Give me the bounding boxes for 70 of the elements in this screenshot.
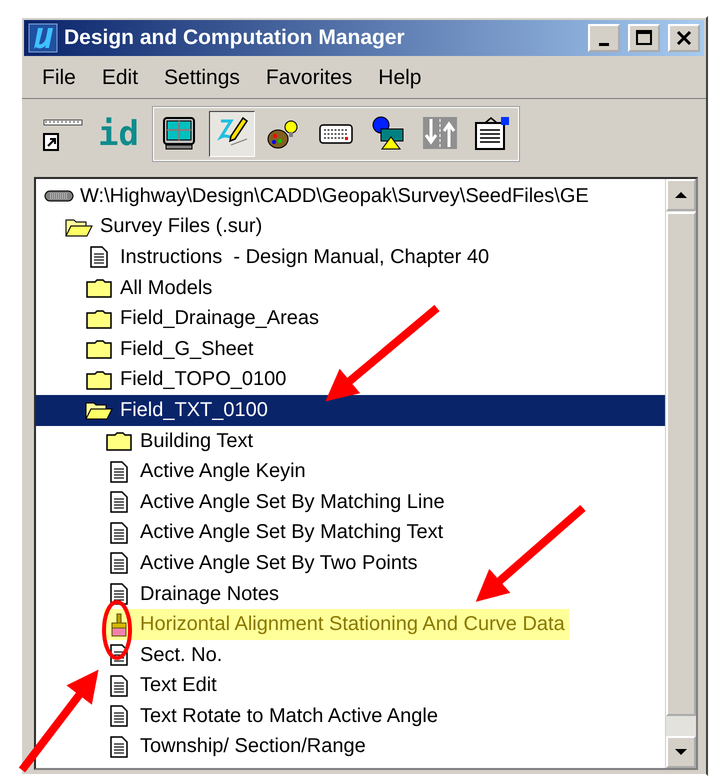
close-icon	[676, 30, 692, 46]
tree-label: Text Edit	[140, 674, 217, 698]
document-icon	[110, 674, 128, 697]
tree-label: Active Angle Set By Matching Text	[140, 521, 444, 544]
tree-row[interactable]: Township/ Section/Range	[36, 732, 665, 762]
tree-label: Horizontal Alignment Stationing And Curve Data	[140, 613, 565, 636]
tree-label: Instructions - Design Manual, Chapter 40	[120, 246, 490, 269]
tree-label: Township/ Section/Range	[140, 735, 366, 758]
tree-row[interactable]: Building Text	[36, 426, 665, 456]
tree-label: Field_TOPO_0100	[120, 368, 286, 392]
document-icon	[110, 736, 128, 758]
document-icon	[110, 522, 128, 544]
scrollbar[interactable]	[665, 179, 696, 768]
drive-icon	[44, 190, 74, 202]
close-button[interactable]	[668, 24, 700, 52]
tree-label: Field_Drainage_Areas	[120, 307, 320, 330]
scroll-down-button[interactable]	[666, 736, 696, 768]
annotation-circle	[102, 600, 132, 660]
tree-label: Drainage Notes	[140, 582, 279, 606]
brush-icon	[110, 612, 128, 637]
tree-label: Active Angle Set By Matching Line	[140, 490, 445, 514]
tree-row[interactable]: Drainage Notes	[36, 578, 665, 610]
tree-row[interactable]: Active Angle Set By Matching Line	[36, 486, 665, 518]
tree-label: Survey Files (.sur)	[100, 215, 262, 238]
window-title: Design and Computation Manager	[64, 26, 406, 50]
document-icon	[110, 460, 128, 483]
tree-row[interactable]: Text Rotate to Match Active Angle	[36, 701, 665, 732]
tree-row[interactable]: Sect. No.	[36, 640, 665, 670]
document-icon	[110, 552, 128, 574]
app-logo-icon	[28, 23, 58, 53]
up-arrow-icon	[675, 191, 687, 199]
tree-row[interactable]: Survey Files (.sur)	[36, 212, 665, 242]
maximize-button[interactable]	[628, 24, 660, 52]
tree-label: All Models	[120, 276, 212, 300]
menu-item[interactable]: Favorites	[266, 64, 352, 92]
document-icon	[110, 705, 128, 728]
selected-tree-row[interactable]: Field_TXT_0100	[36, 395, 665, 426]
tree-label: W:\Highway\Design\CADD\Geopak\Survey\SeedFiles\GE	[80, 184, 589, 208]
tree-row[interactable]: Instructions - Design Manual, Chapter 40	[36, 242, 665, 273]
tree-row[interactable]: Field_Drainage_Areas	[36, 303, 665, 334]
tree-label: Sect. No.	[140, 644, 222, 667]
tree-label: Field_TXT_0100	[120, 398, 268, 422]
menu-item[interactable]: File	[42, 64, 76, 92]
minimize-icon	[599, 42, 609, 46]
menu-item[interactable]: Edit	[102, 64, 138, 92]
scroll-up-button[interactable]	[666, 179, 696, 211]
tree-label: Building Text	[140, 430, 254, 453]
scroll-thumb[interactable]	[666, 212, 696, 716]
tree-row[interactable]: W:\Highway\Design\CADD\Geopak\Survey\SeedFiles\GE	[36, 181, 665, 212]
tree-row[interactable]: Horizontal Alignment Stationing And Curve Data	[36, 609, 665, 640]
document-icon	[90, 246, 108, 268]
tree-row[interactable]: Active Angle Keyin	[36, 456, 665, 487]
down-arrow-icon	[675, 748, 687, 756]
tree-row[interactable]: Field_TOPO_0100	[36, 364, 665, 396]
tree-label: Field_G_Sheet	[120, 338, 254, 361]
tree-row[interactable]: Text Edit	[36, 670, 665, 702]
menu-item[interactable]: Help	[378, 64, 422, 92]
tree-row[interactable]: Active Angle Set By Two Points	[36, 548, 665, 579]
tree-label: Active Angle Keyin	[140, 460, 306, 484]
maximize-icon	[635, 29, 653, 47]
tree-label: Text Rotate to Match Active Angle	[140, 704, 438, 728]
tree-row[interactable]: Active Angle Set By Matching Text	[36, 518, 665, 548]
document-icon	[110, 491, 128, 514]
toolbar-button[interactable]	[208, 111, 255, 157]
minimize-button[interactable]	[588, 24, 620, 52]
clipboard-icon	[472, 115, 511, 153]
tree-label: Active Angle Set By Two Points	[140, 552, 418, 575]
tree-row[interactable]: All Models	[36, 272, 665, 304]
menu-item[interactable]: Settings	[164, 64, 240, 92]
tree-row[interactable]: Field_G_Sheet	[36, 334, 665, 365]
